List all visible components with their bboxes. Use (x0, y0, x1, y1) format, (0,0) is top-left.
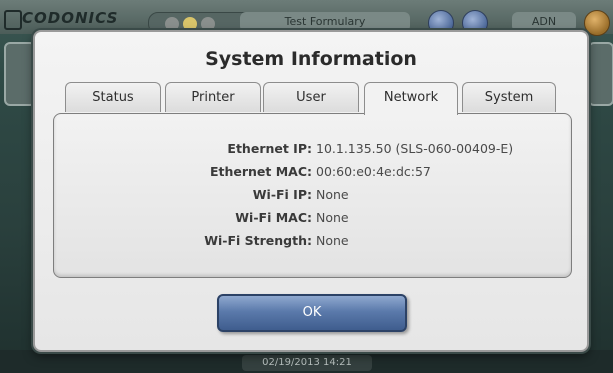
ethernet-ip-label: Ethernet IP: (227, 141, 312, 156)
gear-icon[interactable] (584, 10, 610, 36)
status-indicator-icon (165, 17, 179, 31)
wifi-ip-value: None (316, 187, 349, 202)
wifi-strength-label: Wi-Fi Strength: (204, 233, 312, 248)
dialog-title: System Information (205, 48, 417, 70)
tab-network[interactable]: Network (364, 82, 458, 115)
info-row: Wi-Fi MAC: None (54, 208, 571, 228)
tab-system[interactable]: System (462, 82, 556, 112)
tab-printer[interactable]: Printer (165, 82, 261, 112)
right-panel-button[interactable] (588, 42, 613, 106)
tab-user[interactable]: User (263, 82, 359, 112)
network-tab-panel: Ethernet IP: 10.1.135.50 (SLS-060-00409-… (53, 113, 572, 278)
app-logo: CODONICS (22, 9, 119, 27)
info-row: Wi-Fi IP: None (54, 185, 571, 205)
info-row: Ethernet MAC: 00:60:e0:4e:dc:57 (54, 162, 571, 182)
formulary-selector[interactable]: Test Formulary (240, 12, 410, 32)
ethernet-ip-value: 10.1.135.50 (SLS-060-00409-E) (316, 141, 514, 156)
wifi-ip-label: Wi-Fi IP: (252, 187, 312, 202)
wifi-strength-value: None (316, 233, 349, 248)
status-indicator-icon (183, 17, 197, 31)
datetime-display: 02/19/2013 14:21 (242, 355, 372, 371)
info-row: Ethernet IP: 10.1.135.50 (SLS-060-00409-… (54, 139, 571, 159)
ethernet-mac-label: Ethernet MAC: (209, 164, 312, 179)
wifi-mac-label: Wi-Fi MAC: (235, 210, 312, 225)
tab-bar: Status Printer User Network System (35, 82, 587, 115)
info-row: Wi-Fi Strength: None (54, 231, 571, 251)
ok-button[interactable]: OK (217, 294, 407, 332)
left-panel-button[interactable] (4, 42, 36, 106)
app-top-bar: CODONICS Test Formulary ADN (0, 0, 613, 36)
screen: CODONICS Test Formulary ADN 02/19/2013 1… (0, 0, 613, 373)
tab-status[interactable]: Status (65, 82, 161, 112)
codonics-logo-icon (4, 10, 22, 30)
status-indicator-icon (201, 17, 215, 31)
system-information-dialog: System Information Status Printer User N… (33, 30, 589, 352)
wifi-mac-value: None (316, 210, 349, 225)
ethernet-mac-value: 00:60:e0:4e:dc:57 (316, 164, 431, 179)
user-badge[interactable]: ADN (512, 12, 576, 32)
